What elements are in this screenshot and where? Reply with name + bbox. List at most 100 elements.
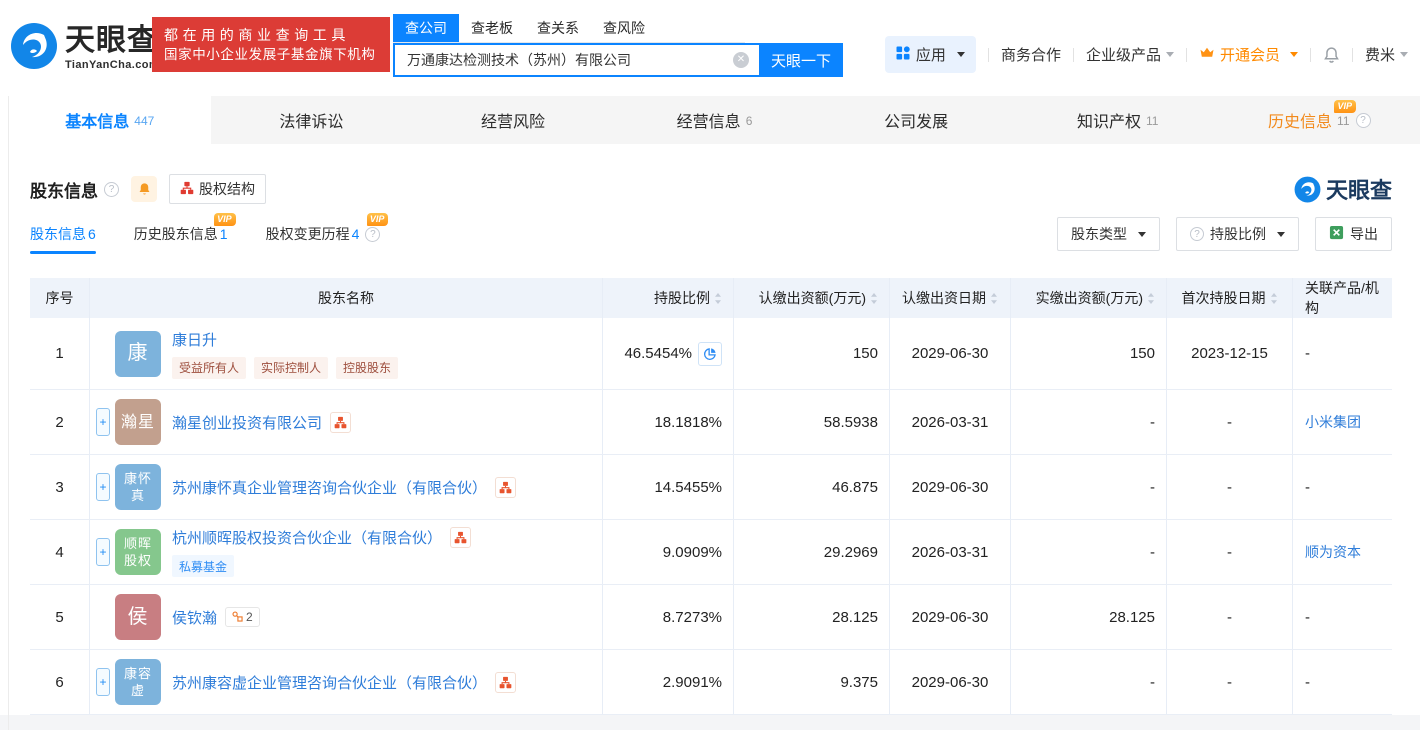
notifications-bell-icon[interactable] — [1323, 46, 1340, 64]
related-cell: 顺为资本 — [1293, 520, 1392, 584]
shareholder-name-link[interactable]: 侯钦瀚 — [172, 607, 217, 628]
fund-tag[interactable]: 私募基金 — [172, 555, 235, 577]
search-submit-button[interactable]: 天眼一下 — [759, 43, 843, 77]
help-icon: ? — [1190, 227, 1204, 241]
shareholder-avatar: 康容虚 — [115, 659, 161, 705]
company-tab[interactable]: 历史信息 11 VIP? — [1218, 96, 1420, 144]
subtab-label: 历史股东信息 — [133, 226, 218, 242]
sort-icon[interactable] — [990, 292, 998, 305]
relation-icon — [232, 609, 243, 626]
column-header[interactable]: 持股比例 — [603, 278, 734, 318]
column-header[interactable]: 实缴出资额(万元) — [1011, 278, 1167, 318]
subscribed-amount-cell: 58.5938 — [734, 390, 890, 454]
paid-amount-cell: - — [1011, 390, 1167, 454]
nav-username[interactable]: 费米 — [1365, 44, 1408, 65]
help-icon[interactable]: ? — [1355, 112, 1371, 128]
slogan-banner: 都在用的商业查询工具 国家中小企业发展子基金旗下机构 — [152, 17, 390, 72]
watermark-label: 天眼查 — [1325, 178, 1392, 203]
search-tab[interactable]: 查风险 — [591, 14, 657, 42]
shareholder-name-link[interactable]: 瀚星创业投资有限公司 — [172, 412, 322, 433]
ratio-cell: 18.1818% — [603, 390, 734, 454]
company-tab[interactable]: 经营风险 — [412, 96, 614, 144]
export-button[interactable]: 导出 — [1315, 217, 1392, 251]
tab-label: 经营信息 — [676, 114, 741, 131]
sort-icon[interactable] — [1147, 292, 1155, 305]
shareholder-subtab[interactable]: 股权变更历程 4 VIP? — [266, 213, 389, 254]
company-tab[interactable]: 知识产权 11 — [1017, 96, 1219, 144]
nav-enterprise-products[interactable]: 企业级产品 — [1086, 44, 1174, 65]
nav-business-cooperation[interactable]: 商务合作 — [1001, 44, 1061, 65]
shareholder-cell: + 康容虚 苏州康容虚企业管理咨询合伙企业（有限合伙） — [90, 650, 603, 714]
shareholder-name-link[interactable]: 苏州康怀真企业管理咨询合伙企业（有限合伙） — [172, 477, 487, 498]
company-tab[interactable]: 经营信息 6 — [614, 96, 816, 144]
column-header[interactable]: 认缴出资额(万元) — [734, 278, 890, 318]
equity-chart-icon[interactable] — [495, 476, 517, 498]
column-header[interactable]: 认缴出资日期 — [890, 278, 1011, 318]
expand-button[interactable]: + — [96, 473, 110, 501]
equity-chart-icon[interactable] — [330, 411, 352, 433]
tab-count: 6 — [745, 114, 753, 128]
expand-button[interactable]: + — [96, 668, 110, 696]
search-input[interactable] — [393, 43, 759, 77]
shareholder-avatar: 侯 — [115, 594, 161, 640]
slogan-line-1: 都在用的商业查询工具 — [164, 27, 350, 43]
table-header-row: 序号 股东名称 持股比例 认缴出资额(万元) 认缴出资日期 实缴出资额(万元) 首次持股日期… — [30, 278, 1392, 318]
tab-label: 知识产权 — [1076, 114, 1141, 131]
tab-count: 11 — [1145, 114, 1159, 128]
shareholder-name-link[interactable]: 苏州康容虚企业管理咨询合伙企业（有限合伙） — [172, 672, 487, 693]
equity-chart-icon[interactable] — [495, 671, 517, 693]
shareholder-subtab[interactable]: 历史股东信息 1 VIP — [133, 213, 236, 254]
first-date-cell: - — [1167, 455, 1293, 519]
tab-label: 历史信息 — [1268, 114, 1333, 131]
search-tab[interactable]: 查公司 — [393, 14, 459, 42]
shareholder-subtabs: 股东信息 6 历史股东信息 1 VIP 股权变更历程 4 VIP? — [30, 213, 418, 254]
expand-slot: + — [96, 668, 110, 696]
equity-structure-button[interactable]: 股权结构 — [169, 174, 266, 204]
company-tab[interactable]: 公司发展 — [815, 96, 1017, 144]
column-header: 序号 — [30, 278, 90, 318]
shareholders-table: 序号 股东名称 持股比例 认缴出资额(万元) 认缴出资日期 实缴出资额(万元) 首次持股日期… — [30, 278, 1392, 715]
tab-count: 11 — [1337, 114, 1350, 128]
ratio-cell: 2.9091% — [603, 650, 734, 714]
subscribed-amount-cell: 46.875 — [734, 455, 890, 519]
related-cell: - — [1305, 345, 1310, 362]
related-org-link[interactable]: 顺为资本 — [1305, 542, 1361, 562]
first-date-cell: - — [1167, 650, 1293, 714]
shareholder-name-link[interactable]: 康日升 — [172, 329, 217, 350]
divider — [1185, 47, 1187, 62]
subscribed-amount-cell: 28.125 — [734, 585, 890, 649]
section-help-icon[interactable]: ? — [104, 181, 119, 197]
divider — [1309, 47, 1311, 62]
monitor-bell-button[interactable] — [131, 176, 157, 202]
chevron-down-icon — [1165, 52, 1174, 57]
tianyancha-logo[interactable]: 天眼查 TianYanCha.com — [10, 22, 159, 75]
company-tab[interactable]: 基本信息 447 — [9, 96, 211, 144]
expand-button[interactable]: + — [96, 408, 110, 436]
nav-open-vip[interactable]: 开通会员 — [1199, 44, 1298, 65]
search-tabs: 查公司 查老板 查关系 查风险 — [393, 14, 745, 43]
sort-icon[interactable] — [714, 292, 722, 305]
search-tab[interactable]: 查老板 — [459, 14, 525, 42]
related-org-link[interactable]: 小米集团 — [1305, 412, 1361, 432]
ratio-filter[interactable]: ? 持股比例 — [1176, 217, 1299, 251]
shareholder-type-filter[interactable]: 股东类型 — [1057, 217, 1160, 251]
sort-icon[interactable] — [1270, 292, 1278, 305]
sort-icon[interactable] — [870, 292, 878, 305]
table-row: 4 + 顺晖股权 杭州顺晖股权投资合伙企业（有限合伙） 私募基金 9.0909% 29.29… — [30, 520, 1392, 585]
column-header: 股东名称 — [90, 278, 603, 318]
pie-chart-icon[interactable] — [698, 341, 722, 366]
apps-menu-button[interactable]: 应用 — [884, 36, 976, 73]
column-header[interactable]: 首次持股日期 — [1167, 278, 1293, 318]
expand-button[interactable]: + — [96, 538, 110, 566]
relation-count-badge[interactable]: 2 — [225, 607, 260, 627]
shareholder-name-link[interactable]: 杭州顺晖股权投资合伙企业（有限合伙） — [172, 527, 442, 548]
clear-search-icon[interactable]: ✕ — [733, 52, 749, 68]
search-tab[interactable]: 查关系 — [525, 14, 591, 42]
equity-chart-icon[interactable] — [450, 527, 472, 548]
shareholder-subtab[interactable]: 股东信息 6 — [30, 214, 96, 254]
tab-label: 公司发展 — [884, 114, 949, 131]
company-tab[interactable]: 法律诉讼 — [211, 96, 413, 144]
subtab-row: 股东信息 6 历史股东信息 1 VIP 股权变更历程 4 VIP? 股东类型 ? 持股比例 导… — [0, 213, 1420, 254]
help-icon[interactable]: ? — [365, 226, 381, 242]
subtab-count: 6 — [88, 226, 96, 242]
